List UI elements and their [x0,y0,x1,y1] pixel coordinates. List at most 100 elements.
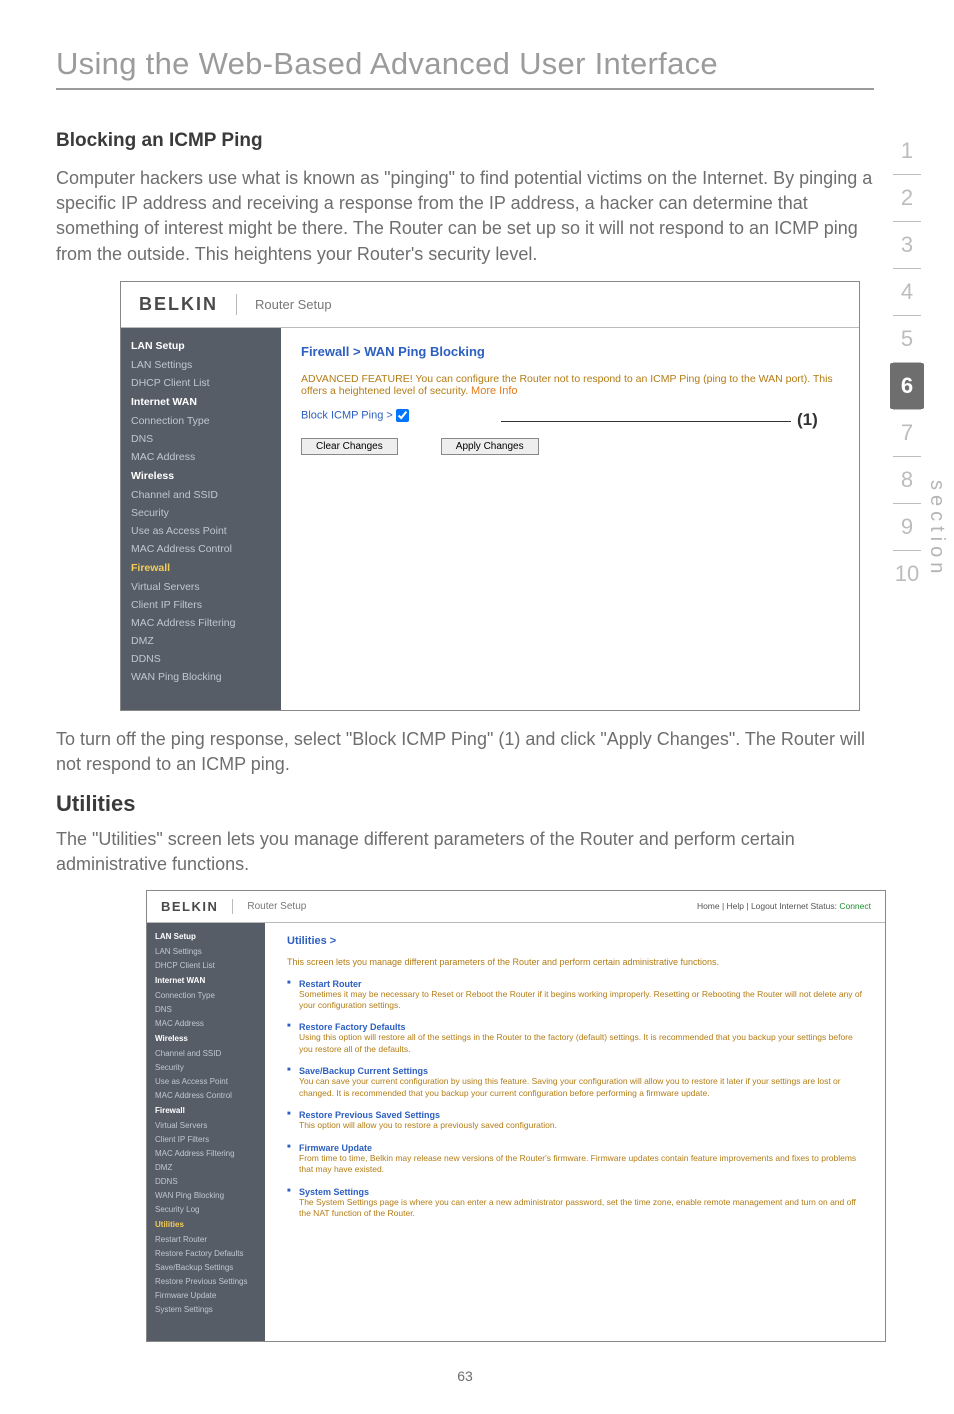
sb2-ddns[interactable]: DDNS [147,1175,265,1189]
sidebar-item-dmz[interactable]: DMZ [121,632,281,650]
sb2-lan-setup: LAN Setup [147,929,265,945]
header-status: Home | Help | Logout Internet Status: Co… [697,901,871,911]
section-tab-4[interactable]: 4 [890,269,924,315]
callout-1: (1) [797,410,818,430]
sidebar-item-mac-ctrl[interactable]: MAC Address Control [121,540,281,558]
section-label: section [925,480,948,578]
title-rule [56,88,874,90]
screenshot-firewall: BELKIN Router Setup LAN Setup LAN Settin… [120,281,860,711]
utility-link[interactable]: Firmware Update [299,1143,863,1153]
utility-desc: From time to time, Belkin may release ne… [299,1153,863,1176]
breadcrumb: Firewall > WAN Ping Blocking [301,344,839,359]
sb2-vsrv[interactable]: Virtual Servers [147,1119,265,1133]
advanced-feature-text: ADVANCED FEATURE! You can configure the … [301,373,839,397]
sidebar-item-macf[interactable]: MAC Address Filtering [121,614,281,632]
after-screenshot-text: To turn off the ping response, select "B… [56,727,874,777]
utility-item: System SettingsThe System Settings page … [287,1187,863,1220]
utilities-list: Restart RouterSometimes it may be necess… [287,979,863,1220]
sb2-utilities: Utilities [147,1217,265,1233]
sb2-mac[interactable]: MAC Address [147,1017,265,1031]
apply-changes-button[interactable]: Apply Changes [441,438,539,455]
sb2-macf[interactable]: MAC Address Filtering [147,1147,265,1161]
internet-status-connected: Connect [839,901,871,911]
clear-changes-button[interactable]: Clear Changes [301,438,398,455]
section-tab-2[interactable]: 2 [890,175,924,221]
sidebar-item-conn-type[interactable]: Connection Type [121,412,281,430]
sb2-internet-wan: Internet WAN [147,973,265,989]
sidebar-item-ddns[interactable]: DDNS [121,650,281,668]
sidebar-item-cipf[interactable]: Client IP Filters [121,596,281,614]
more-info-link[interactable]: More Info [471,385,517,397]
utility-item: Restore Previous Saved SettingsThis opti… [287,1110,863,1131]
sb2-security[interactable]: Security [147,1061,265,1075]
sidebar-item-wanpb[interactable]: WAN Ping Blocking [121,668,281,686]
section-tab-9[interactable]: 9 [890,504,924,550]
sidebar-lan-setup: LAN Setup [121,336,281,356]
utilities-heading: Utilities [56,791,874,817]
sb2-rps[interactable]: Restore Previous Settings [147,1275,265,1289]
sidebar-item-ap[interactable]: Use as Access Point [121,522,281,540]
sidebar-item-vsrv[interactable]: Virtual Servers [121,578,281,596]
sb2-dns[interactable]: DNS [147,1003,265,1017]
utilities-intro: This screen lets you manage different pa… [287,957,863,967]
section-nav: 12345678910 [890,128,924,597]
router-setup-title-2: Router Setup [247,901,306,912]
blocking-body: Computer hackers use what is known as "p… [56,166,874,267]
sb2-ap[interactable]: Use as Access Point [147,1075,265,1089]
sb2-firewall: Firewall [147,1103,265,1119]
sb2-fwu[interactable]: Firmware Update [147,1289,265,1303]
router-sidebar: LAN Setup LAN Settings DHCP Client List … [121,328,281,710]
sidebar-item-dhcp[interactable]: DHCP Client List [121,374,281,392]
brand-logo-2: BELKIN [161,899,233,914]
sidebar-item-lan-settings[interactable]: LAN Settings [121,356,281,374]
page-title: Using the Web-Based Advanced User Interf… [56,46,874,82]
utilities-crumb: Utilities > [287,935,863,947]
sb2-sys[interactable]: System Settings [147,1303,265,1317]
section-tab-5[interactable]: 5 [890,316,924,362]
sidebar-firewall: Firewall [121,558,281,578]
screenshot-utilities: BELKIN Router Setup Home | Help | Logout… [146,890,886,1342]
utility-item: Restart RouterSometimes it may be necess… [287,979,863,1012]
sb2-dmz[interactable]: DMZ [147,1161,265,1175]
section-tab-7[interactable]: 7 [890,410,924,456]
sidebar-item-mac[interactable]: MAC Address [121,448,281,466]
utility-desc: Using this option will restore all of th… [299,1032,863,1055]
section-tab-6[interactable]: 6 [890,363,924,409]
utility-item: Save/Backup Current SettingsYou can save… [287,1066,863,1099]
utility-link[interactable]: System Settings [299,1187,863,1197]
adv-text: ADVANCED FEATURE! You can configure the … [301,373,833,397]
page-number: 63 [56,1368,874,1384]
sidebar-item-dns[interactable]: DNS [121,430,281,448]
section-tab-8[interactable]: 8 [890,457,924,503]
section-tab-1[interactable]: 1 [890,128,924,174]
sb2-seclog[interactable]: Security Log [147,1203,265,1217]
block-icmp-checkbox[interactable] [396,409,409,422]
sb2-conn-type[interactable]: Connection Type [147,989,265,1003]
utility-link[interactable]: Restart Router [299,979,863,989]
utility-link[interactable]: Restore Factory Defaults [299,1022,863,1032]
utility-link[interactable]: Restore Previous Saved Settings [299,1110,863,1120]
sb2-wanpb[interactable]: WAN Ping Blocking [147,1189,265,1203]
sidebar-item-channel[interactable]: Channel and SSID [121,486,281,504]
sb2-dhcp[interactable]: DHCP Client List [147,959,265,973]
sb2-cipf[interactable]: Client IP Filters [147,1133,265,1147]
sidebar-wireless: Wireless [121,466,281,486]
sb2-chan[interactable]: Channel and SSID [147,1047,265,1061]
sidebar-item-security[interactable]: Security [121,504,281,522]
utility-item: Restore Factory DefaultsUsing this optio… [287,1022,863,1055]
section-tab-10[interactable]: 10 [890,551,924,597]
brand-logo: BELKIN [139,294,237,315]
sb2-sbs[interactable]: Save/Backup Settings [147,1261,265,1275]
router-setup-title: Router Setup [255,297,332,312]
sb2-rfd[interactable]: Restore Factory Defaults [147,1247,265,1261]
sb2-mac-ctrl[interactable]: MAC Address Control [147,1089,265,1103]
sb2-restart[interactable]: Restart Router [147,1233,265,1247]
sb2-lan-settings[interactable]: LAN Settings [147,945,265,959]
section-tab-3[interactable]: 3 [890,222,924,268]
status-links[interactable]: Home | Help | Logout Internet Status: [697,901,839,911]
utility-desc: You can save your current configuration … [299,1076,863,1099]
callout-line [501,421,791,422]
utility-desc: Sometimes it may be necessary to Reset o… [299,989,863,1012]
utility-desc: The System Settings page is where you ca… [299,1197,863,1220]
utility-link[interactable]: Save/Backup Current Settings [299,1066,863,1076]
